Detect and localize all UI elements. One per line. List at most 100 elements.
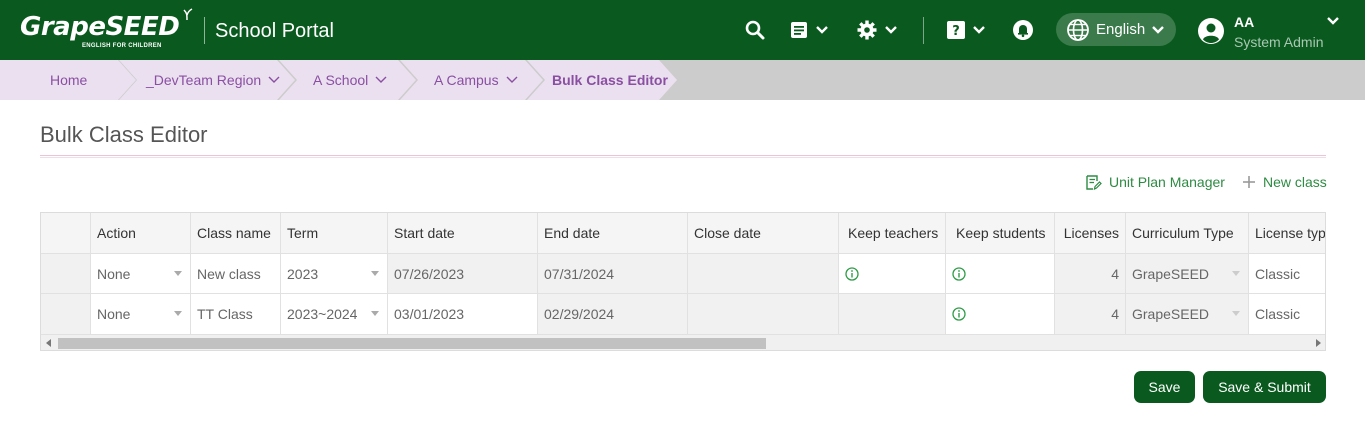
chevron-down-icon [973,26,985,34]
license-type-cell[interactable]: Classic [1249,294,1325,334]
horizontal-scrollbar[interactable] [41,334,1325,350]
search-icon [745,20,765,40]
portal-divider [204,17,205,44]
licenses-cell[interactable]: 4 [1055,254,1126,294]
column-header[interactable]: License typ [1249,213,1325,253]
title-divider [40,155,1326,158]
sprout-icon [183,8,193,21]
keep-students-cell[interactable] [946,294,1055,334]
new-class-link[interactable]: New class [1242,172,1327,192]
class-name-cell[interactable]: TT Class [191,294,281,334]
column-header[interactable]: Start date [388,213,538,253]
breadcrumb-label: _DevTeam Region [146,72,262,88]
cell-value: None [97,306,131,322]
column-header[interactable]: Curriculum Type [1126,213,1249,253]
curriculum-type-cell[interactable]: GrapeSEED [1126,254,1249,294]
user-initials[interactable]: AA [1234,14,1254,30]
info-icon[interactable] [952,307,966,321]
end-date-cell[interactable]: 02/29/2024 [538,294,688,334]
chevron-down-icon [816,26,828,34]
breadcrumb-home[interactable]: Home [0,60,136,100]
row-header-corner [41,213,91,253]
cell-value: GrapeSEED [1132,266,1210,282]
save-submit-button[interactable]: Save & Submit [1203,371,1326,403]
toolbar-divider [923,17,924,44]
scroll-left-icon[interactable] [46,339,51,347]
chevron-down-icon[interactable] [1326,16,1340,26]
license-type-cell[interactable]: Classic [1249,254,1325,294]
unit-plan-manager-label: Unit Plan Manager [1109,174,1225,190]
help-icon: ? [947,21,965,39]
dropdown-arrow-icon [1232,311,1240,316]
reports-menu[interactable] [789,18,829,42]
language-label: English [1096,21,1146,38]
keep-teachers-cell[interactable] [839,254,946,294]
column-header[interactable]: Keep teachers [839,213,946,253]
settings-menu[interactable] [856,18,898,42]
action-cell[interactable]: None [91,254,191,294]
curriculum-type-cell[interactable]: GrapeSEED [1126,294,1249,334]
bell-icon [1013,20,1033,40]
column-header[interactable]: Keep students [946,213,1055,253]
row-selector[interactable] [41,254,91,294]
new-class-label: New class [1263,174,1327,190]
breadcrumb-campus[interactable]: A Campus [400,60,543,100]
column-header[interactable]: End date [538,213,688,253]
action-cell[interactable]: None [91,294,191,334]
gear-icon [857,20,877,40]
column-header[interactable]: Close date [688,213,839,253]
cell-value: 2023~2024 [287,306,358,322]
info-icon[interactable] [845,267,859,281]
globe-icon [1067,18,1089,41]
page-title: Bulk Class Editor [40,122,208,147]
top-bar: GrapeSEED ENGLISH FOR CHILDREN School Po… [0,0,1365,60]
column-header[interactable]: Class name [191,213,281,253]
start-date-cell[interactable]: 03/01/2023 [388,294,538,334]
logo-wordmark: GrapeSEED [20,12,180,42]
svg-text:?: ? [952,24,960,39]
portal-title: School Portal [215,20,334,42]
user-avatar-icon[interactable] [1198,18,1224,44]
column-header[interactable]: Licenses [1055,213,1126,253]
chevron-down-icon [885,26,897,34]
notifications-button[interactable] [1012,18,1034,42]
chevron-down-icon[interactable] [506,76,518,84]
end-date-cell[interactable]: 07/31/2024 [538,254,688,294]
column-header[interactable]: Term [281,213,388,253]
unit-plan-manager-link[interactable]: Unit Plan Manager [1085,172,1225,192]
save-button[interactable]: Save [1134,371,1195,403]
help-menu[interactable]: ? [946,18,986,42]
search-button[interactable] [744,18,766,42]
logo-tagline: ENGLISH FOR CHILDREN [82,43,162,49]
bulk-class-table: Action Class name Term Start date End da… [40,212,1326,351]
breadcrumb-label: Home [50,72,88,88]
breadcrumb-region[interactable]: _DevTeam Region [119,60,295,100]
row-selector[interactable] [41,294,91,334]
scroll-right-icon[interactable] [1316,339,1321,347]
language-selector[interactable]: English [1056,13,1176,46]
plus-icon [1243,176,1255,188]
cell-value: None [97,266,131,282]
dropdown-arrow-icon [174,311,182,316]
licenses-cell[interactable]: 4 [1055,294,1126,334]
table-row: None New class 2023 07/26/2023 07/31/202… [41,253,1325,294]
cell-value: GrapeSEED [1132,306,1210,322]
info-icon[interactable] [952,267,966,281]
term-cell[interactable]: 2023~2024 [281,294,388,334]
start-date-cell[interactable]: 07/26/2023 [388,254,538,294]
keep-students-cell[interactable] [946,254,1055,294]
close-date-cell[interactable] [688,254,839,294]
dropdown-arrow-icon [174,271,182,276]
keep-teachers-cell[interactable] [839,294,946,334]
close-date-cell[interactable] [688,294,839,334]
document-icon [791,22,807,38]
chevron-down-icon[interactable] [268,76,280,84]
column-header[interactable]: Action [91,213,191,253]
breadcrumb-school[interactable]: A School [279,60,416,100]
grapeseed-logo[interactable]: GrapeSEED ENGLISH FOR CHILDREN [20,8,196,52]
chevron-down-icon[interactable] [375,76,387,84]
breadcrumb-label: Bulk Class Editor [552,72,668,88]
scrollbar-thumb[interactable] [58,338,766,349]
class-name-cell[interactable]: New class [191,254,281,294]
term-cell[interactable]: 2023 [281,254,388,294]
